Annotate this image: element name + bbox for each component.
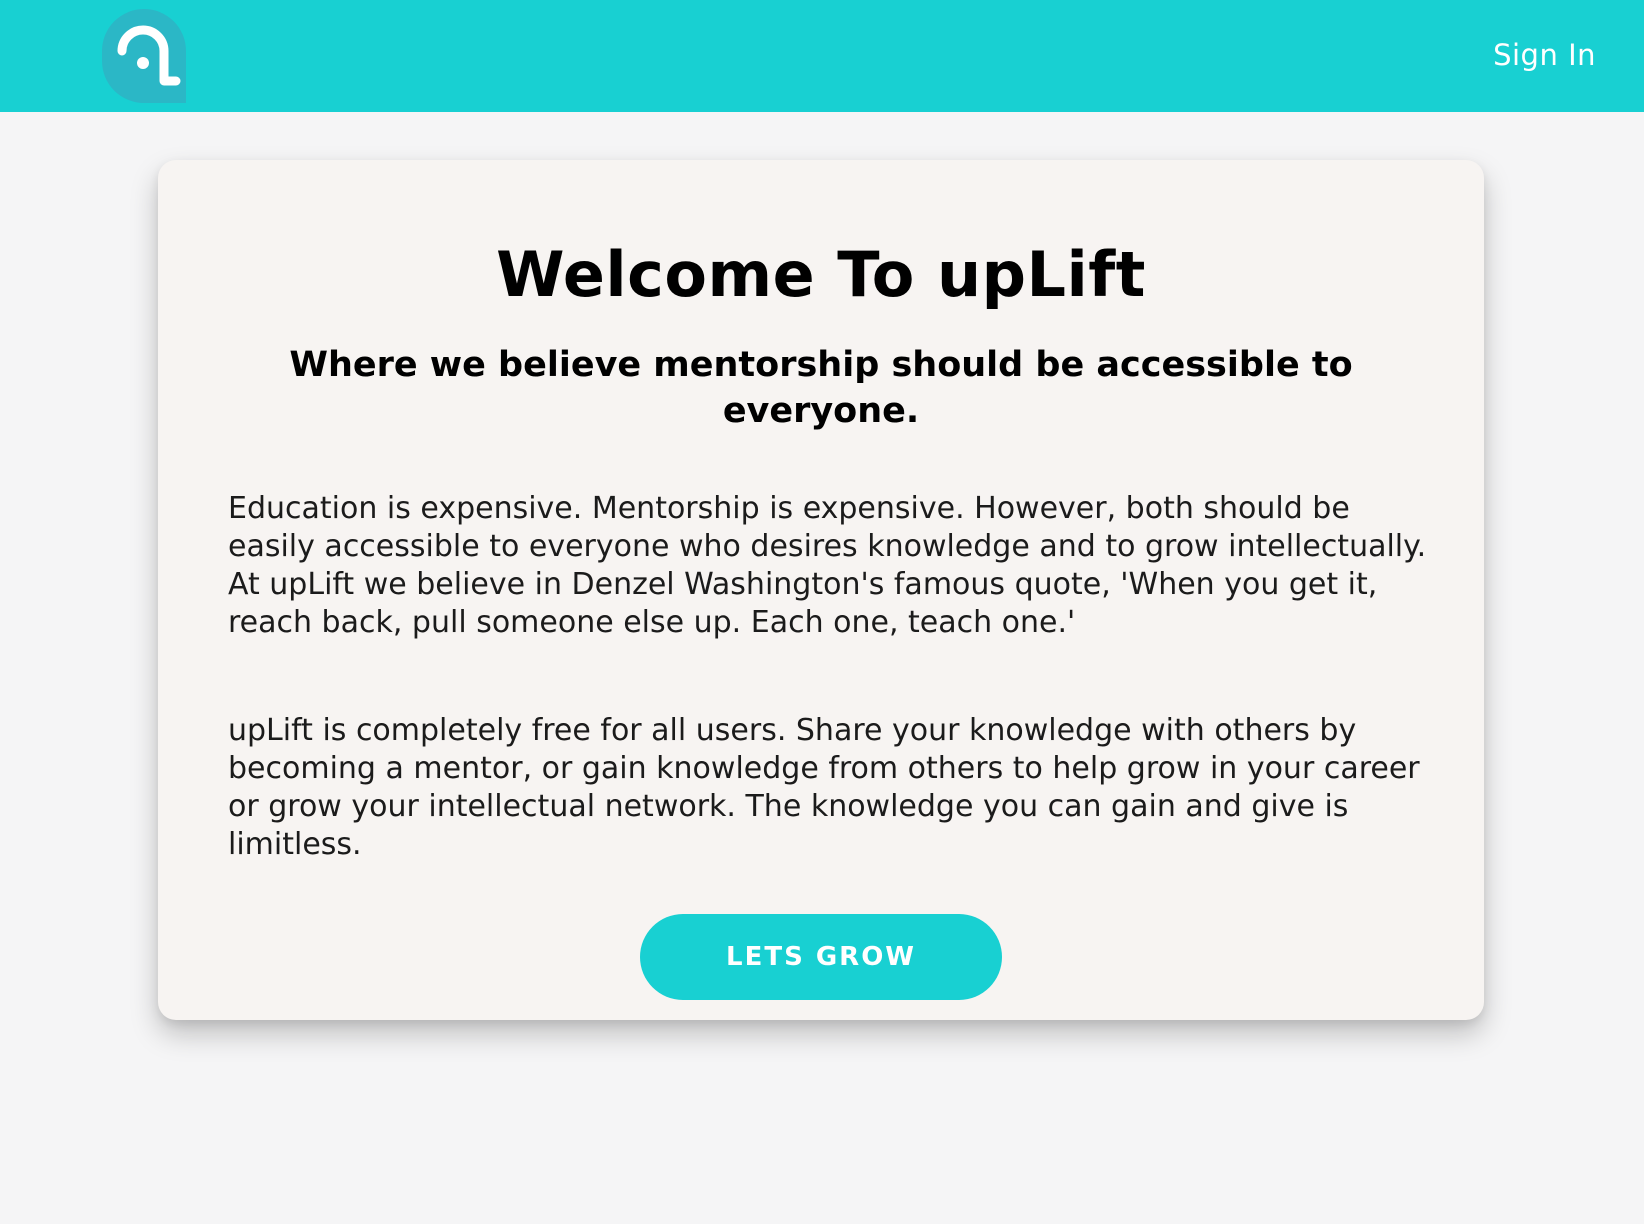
lets-grow-button[interactable]: LETS GROW (640, 914, 1002, 1000)
uplift-logo-icon[interactable] (102, 9, 186, 103)
welcome-card: Welcome To upLift Where we believe mento… (158, 160, 1484, 1020)
free-usage-paragraph: upLift is completely free for all users.… (228, 713, 1420, 862)
page-title: Welcome To upLift (496, 238, 1146, 311)
top-navbar: Sign In (0, 0, 1644, 112)
intro-paragraph: Education is expensive. Mentorship is ex… (228, 491, 1427, 640)
page-subtitle: Where we believe mentorship should be ac… (289, 345, 1353, 431)
sign-in-link[interactable]: Sign In (1493, 38, 1596, 72)
